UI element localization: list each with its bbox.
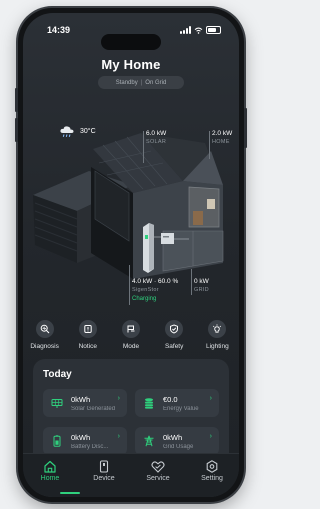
action-notice[interactable]: Notice — [68, 320, 108, 350]
tab-label: Service — [146, 475, 170, 482]
service-icon — [151, 461, 165, 473]
grid-pointer — [191, 269, 192, 295]
card-value: €0.0 — [163, 395, 178, 404]
grid-tower-icon — [144, 435, 154, 447]
mode-separator: | — [140, 79, 143, 86]
mode-on-grid: On Grid — [145, 79, 167, 86]
chevron-right-icon: › — [209, 395, 212, 402]
page-title: My Home — [101, 57, 161, 72]
bottom-tab-bar: Home Device Service Setting — [23, 453, 239, 497]
battery-value: 4.0 kW · 60.0 % — [132, 278, 179, 285]
notice-icon — [78, 320, 97, 338]
cloud-rain-icon — [60, 126, 74, 137]
solar-value: 6.0 kW — [146, 130, 167, 137]
quick-actions: Diagnosis Notice Mode Safety Lighting — [23, 320, 239, 350]
today-title: Today — [43, 369, 72, 380]
home-pointer — [209, 131, 210, 159]
tab-service[interactable]: Service — [133, 460, 183, 482]
battery-label: SigenStor — [132, 287, 159, 293]
action-diagnosis[interactable]: Diagnosis — [25, 320, 65, 350]
volume-button — [15, 88, 18, 112]
action-mode[interactable]: Mode — [111, 320, 151, 350]
action-lighting[interactable]: Lighting — [197, 320, 237, 350]
card-caption: Solar Generated — [71, 406, 116, 412]
device-icon — [99, 460, 109, 473]
tab-home[interactable]: Home — [25, 460, 75, 482]
action-label: Diagnosis — [30, 343, 59, 350]
chevron-right-icon: › — [117, 395, 120, 402]
energy-value-card[interactable]: €0.0 Energy Value › — [135, 389, 219, 417]
home-icon — [44, 460, 56, 473]
battery-metric[interactable]: 4.0 kW · 60.0 % SigenStor Charging — [132, 277, 178, 304]
weather-widget: 30°C — [59, 125, 96, 138]
action-safety[interactable]: Safety — [154, 320, 194, 350]
solar-generated-card[interactable]: 0kWh Solar Generated › — [43, 389, 127, 417]
volume-button — [15, 118, 18, 142]
chevron-right-icon: › — [117, 433, 120, 440]
lighting-icon — [208, 320, 227, 338]
home-value: 2.0 kW — [212, 130, 233, 137]
dynamic-island — [101, 34, 161, 50]
battery-status: Charging — [132, 296, 157, 302]
grid-value: 0 kW — [194, 278, 209, 285]
system-mode-pill[interactable]: Standby | On Grid — [98, 76, 184, 89]
temperature: 30°C — [80, 128, 96, 135]
solar-label: SOLAR — [146, 139, 167, 145]
setting-icon — [206, 460, 218, 473]
card-caption: Energy Value — [163, 406, 199, 412]
status-time: 14:39 — [47, 25, 71, 35]
status-bar: 14:39 — [23, 25, 239, 50]
wifi-icon — [194, 27, 203, 34]
home-label: HOME — [212, 139, 230, 145]
home-metric[interactable]: 2.0 kW HOME — [212, 129, 232, 147]
solar-metric[interactable]: 6.0 kW SOLAR — [146, 129, 166, 147]
card-caption: Battery Disc... — [71, 444, 109, 450]
card-value: 0kWh — [163, 433, 183, 442]
mode-icon — [121, 320, 140, 338]
card-value: 0kWh — [71, 433, 91, 442]
solar-panel-icon — [51, 399, 63, 408]
grid-usage-card[interactable]: 0kWh Grid Usage › — [135, 427, 219, 455]
phone-frame: 14:39 My Home Standby | On Grid 30°C 6.0… — [15, 8, 247, 502]
status-icons — [180, 26, 221, 34]
grid-metric[interactable]: 0 kW GRID — [194, 277, 209, 295]
diagnosis-icon — [35, 320, 54, 338]
action-label: Mode — [122, 343, 140, 350]
grid-label: GRID — [194, 287, 209, 293]
chevron-right-icon: › — [209, 433, 212, 440]
tab-label: Setting — [201, 475, 223, 482]
solar-pointer — [143, 131, 144, 163]
active-tab-indicator — [60, 492, 80, 494]
card-caption: Grid Usage — [163, 444, 194, 450]
signal-icon — [180, 26, 191, 34]
app-screen: 14:39 My Home Standby | On Grid 30°C 6.0… — [23, 13, 239, 497]
mode-standby: Standby — [115, 79, 138, 86]
action-label: Safety — [164, 343, 184, 350]
action-label: Notice — [78, 343, 97, 350]
coins-icon — [145, 398, 153, 409]
tab-device[interactable]: Device — [79, 460, 129, 482]
battery-discharge-card[interactable]: 0kWh Battery Disc... › — [43, 427, 127, 455]
battery-icon — [53, 435, 61, 447]
battery-pointer — [129, 265, 130, 305]
tab-label: Device — [93, 475, 115, 482]
power-button — [244, 108, 247, 148]
action-label: Lighting — [205, 343, 229, 350]
tab-label: Home — [40, 475, 60, 482]
card-value: 0kWh — [71, 395, 91, 404]
battery-status-icon — [206, 26, 221, 34]
safety-icon — [165, 320, 184, 338]
tab-setting[interactable]: Setting — [187, 460, 237, 482]
